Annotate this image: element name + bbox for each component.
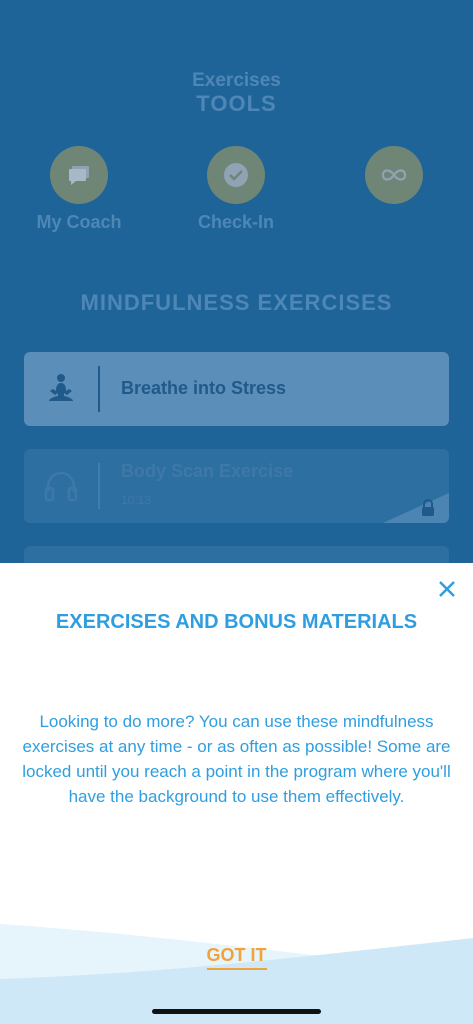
lock-icon	[422, 499, 434, 516]
header-subtitle: Exercises	[192, 70, 281, 91]
tool-circle	[207, 146, 265, 204]
home-indicator[interactable]	[152, 1009, 321, 1014]
infinity-icon	[381, 169, 407, 181]
chat-icon	[69, 166, 89, 185]
close-icon[interactable]	[435, 577, 459, 601]
exercise-icon-slot	[24, 449, 98, 523]
headphones-icon	[44, 471, 78, 502]
exercise-duration: 10:13	[121, 493, 152, 507]
check-icon	[224, 163, 248, 187]
page-header: Exercises TOOLS	[0, 70, 473, 116]
got-it-container: GOT IT	[0, 945, 473, 970]
exercise-icon-slot	[24, 352, 98, 426]
exercise-card-body-scan[interactable]: Body Scan Exercise 10:13	[24, 449, 449, 523]
modal-body: Looking to do more? You can use these mi…	[22, 712, 451, 806]
page-title: TOOLS	[196, 91, 277, 116]
meditation-icon	[49, 374, 73, 401]
card-divider	[98, 366, 100, 412]
info-modal: EXERCISES AND BONUS MATERIALS Looking to…	[0, 563, 473, 1024]
card-divider	[98, 463, 100, 509]
exercise-title: Body Scan Exercise	[121, 461, 294, 481]
tool-label: Check-In	[197, 212, 275, 232]
tool-more[interactable]	[324, 146, 464, 212]
exercise-title: Breathe into Stress	[121, 378, 287, 398]
tool-label: My Coach	[36, 212, 122, 232]
tool-circle	[50, 146, 108, 204]
tool-my-coach[interactable]: My Coach	[9, 146, 149, 233]
section-title: MINDFULNESS EXERCISES	[80, 290, 393, 315]
tool-circle	[365, 146, 423, 204]
locked-corner	[383, 493, 449, 523]
modal-title: EXERCISES AND BONUS MATERIALS	[55, 611, 418, 633]
tool-check-in[interactable]: Check-In	[166, 146, 306, 233]
got-it-button[interactable]: GOT IT	[206, 945, 267, 970]
exercise-card-breathe[interactable]: Breathe into Stress	[24, 352, 449, 426]
